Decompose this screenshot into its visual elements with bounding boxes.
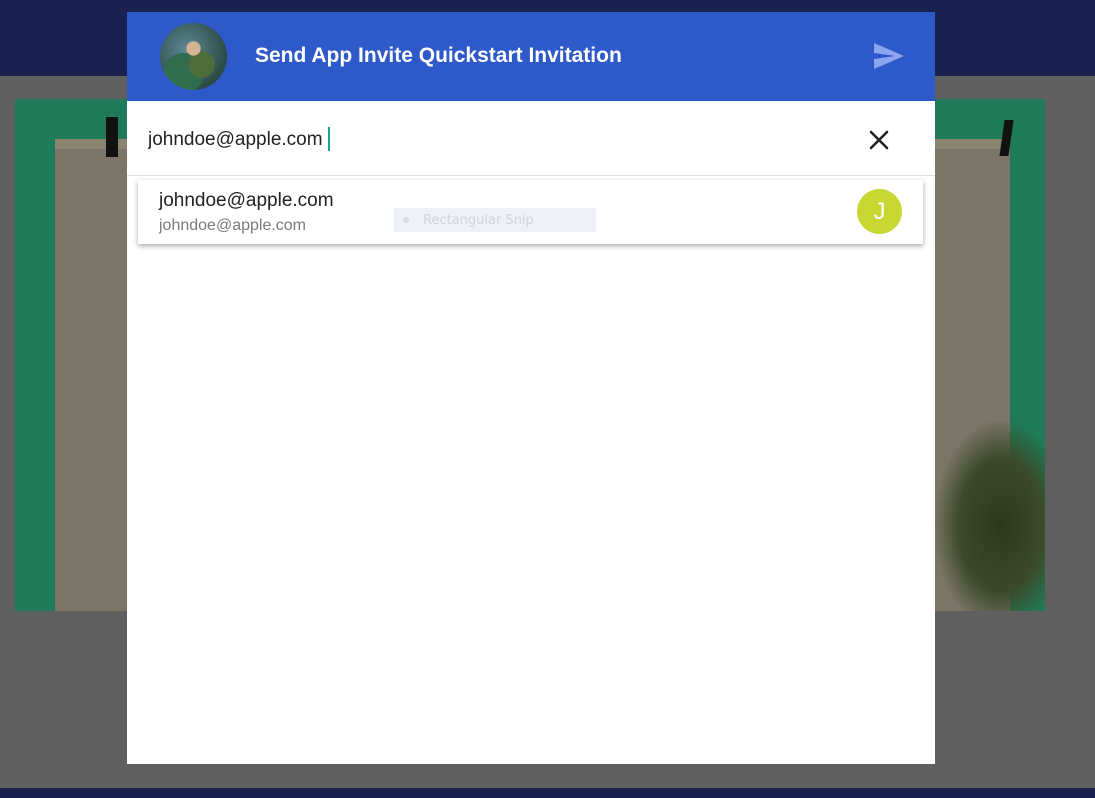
recipient-input[interactable] [148,125,798,155]
app-screen: Send App Invite Quickstart Invitation jo… [0,0,1095,798]
app-bottom-bar [0,788,1095,798]
contact-suggestion[interactable]: johndoe@apple.com johndoe@apple.com Rect… [138,180,923,244]
contact-initial-avatar: J [857,189,902,234]
clear-button[interactable] [869,124,889,156]
snip-label: Rectangular Snip [423,212,534,228]
recipient-row [127,101,935,176]
dialog-header: Send App Invite Quickstart Invitation [127,12,935,101]
dialog-title: Send App Invite Quickstart Invitation [255,44,622,67]
close-icon [869,130,889,150]
send-arrow-icon [874,43,904,69]
background-tree [935,421,1045,611]
user-avatar [160,23,227,90]
text-cursor [328,127,330,151]
suggestion-name: johndoe@apple.com [159,190,334,211]
background-sign-letter [106,117,118,157]
send-button[interactable] [869,38,909,74]
snip-icon [403,217,409,223]
snip-tooltip: Rectangular Snip [394,208,596,232]
invite-dialog: Send App Invite Quickstart Invitation jo… [127,12,935,764]
suggestion-email: johndoe@apple.com [159,217,307,234]
